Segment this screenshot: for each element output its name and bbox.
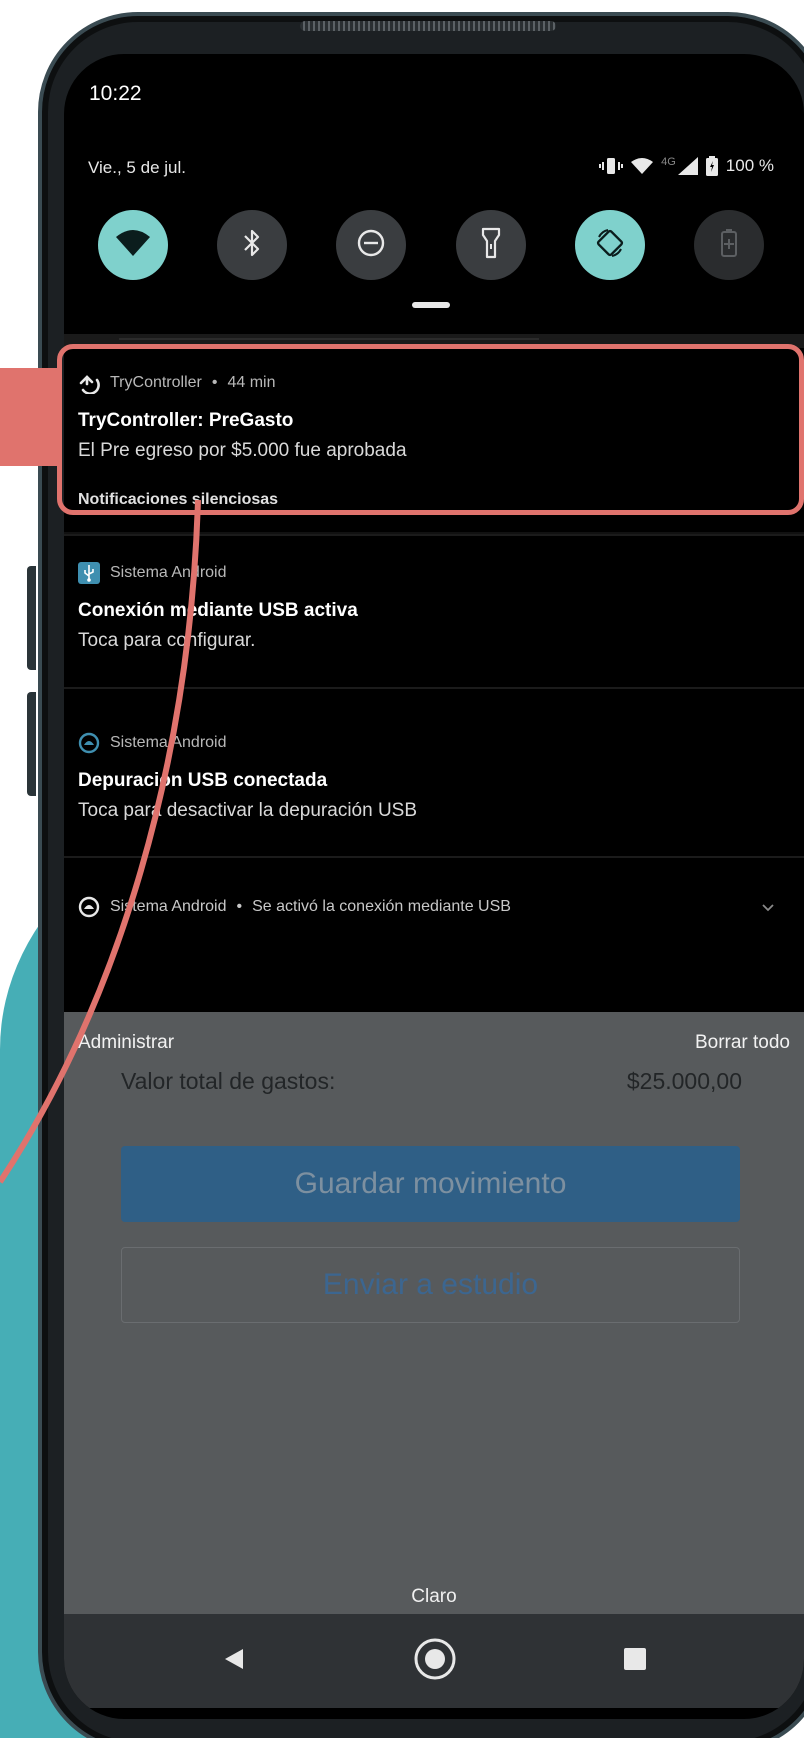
save-movement-button[interactable]: Guardar movimiento	[121, 1146, 740, 1222]
auto-rotate-tile[interactable]	[574, 210, 645, 280]
send-to-study-button[interactable]: Enviar a estudio	[121, 1247, 740, 1323]
do-not-disturb-icon	[356, 228, 386, 263]
usb-icon	[78, 562, 100, 584]
notification-usb-connection[interactable]: Sistema Android Conexión mediante USB ac…	[64, 562, 804, 652]
notification-title: Depuración USB conectada	[78, 770, 328, 791]
phone-screen: 10:22 Vie., 5 de jul. 4G 100 % TryContro…	[64, 54, 804, 1719]
battery-saver-tile[interactable]	[693, 210, 764, 280]
do-not-disturb-tile[interactable]	[336, 210, 407, 280]
volume-button	[27, 566, 36, 670]
flashlight-tile[interactable]	[455, 210, 526, 280]
divider	[64, 534, 804, 536]
back-icon[interactable]	[221, 1646, 247, 1677]
notification-title: Conexión mediante USB activa	[78, 600, 358, 621]
vibrate-icon	[599, 157, 624, 175]
android-debug-icon	[78, 896, 100, 918]
bluetooth-icon	[241, 228, 263, 263]
status-date: Vie., 5 de jul.	[88, 158, 186, 177]
notification-header: Sistema Android	[78, 562, 784, 584]
notification-body: Toca para desactivar la depuración USB	[78, 800, 418, 821]
phone-speaker	[300, 21, 556, 31]
wifi-status-icon	[631, 157, 654, 175]
total-expenses-value: $25.000,00	[626, 1068, 742, 1094]
battery-percent: 100 %	[725, 156, 774, 175]
manage-button[interactable]: Administrar	[78, 1032, 174, 1054]
divider	[64, 856, 804, 858]
chevron-down-icon[interactable]	[762, 899, 774, 915]
shade-footer	[64, 1022, 804, 1056]
battery-saver-icon	[720, 228, 738, 263]
notification-app-name: Sistema Android	[110, 734, 227, 751]
notification-collapsed[interactable]: Sistema Android • Se activó la conexión …	[64, 896, 804, 918]
total-expenses-label: Valor total de gastos:	[121, 1068, 336, 1094]
notification-app-name: Sistema Android	[110, 564, 227, 581]
quick-settings	[98, 210, 764, 280]
notification-header: Sistema Android • Se activó la conexión …	[78, 896, 511, 918]
navigation-bar	[64, 1614, 804, 1708]
clear-all-button[interactable]: Borrar todo	[695, 1032, 790, 1054]
network-type: 4G	[661, 156, 676, 168]
notification-header: Sistema Android	[78, 732, 784, 754]
notification-body: Toca para configurar.	[78, 630, 256, 651]
power-button	[27, 692, 36, 796]
separator-dot: •	[236, 898, 243, 915]
android-debug-icon	[78, 732, 100, 754]
bluetooth-tile[interactable]	[217, 210, 288, 280]
flashlight-icon	[481, 227, 501, 264]
recents-icon[interactable]	[623, 1647, 647, 1676]
home-icon[interactable]	[413, 1637, 457, 1686]
carrier-label: Claro	[411, 1586, 457, 1607]
divider	[64, 532, 804, 534]
divider	[64, 687, 804, 689]
shade-drag-handle[interactable]	[412, 302, 450, 308]
notification-app-name: Sistema Android	[110, 898, 227, 915]
battery-icon	[705, 156, 718, 176]
signal-icon	[677, 157, 698, 175]
notification-usb-debugging[interactable]: Sistema Android Depuración USB conectada…	[64, 732, 804, 822]
status-time: 10:22	[89, 82, 142, 105]
notification-summary: Se activó la conexión mediante USB	[252, 898, 511, 915]
auto-rotate-icon	[594, 227, 626, 264]
highlight-frame	[57, 344, 804, 515]
highlight-callout-tab	[0, 368, 62, 466]
wifi-icon	[116, 229, 150, 262]
wifi-tile[interactable]	[98, 210, 168, 280]
status-icons: 4G 100 %	[599, 156, 774, 176]
